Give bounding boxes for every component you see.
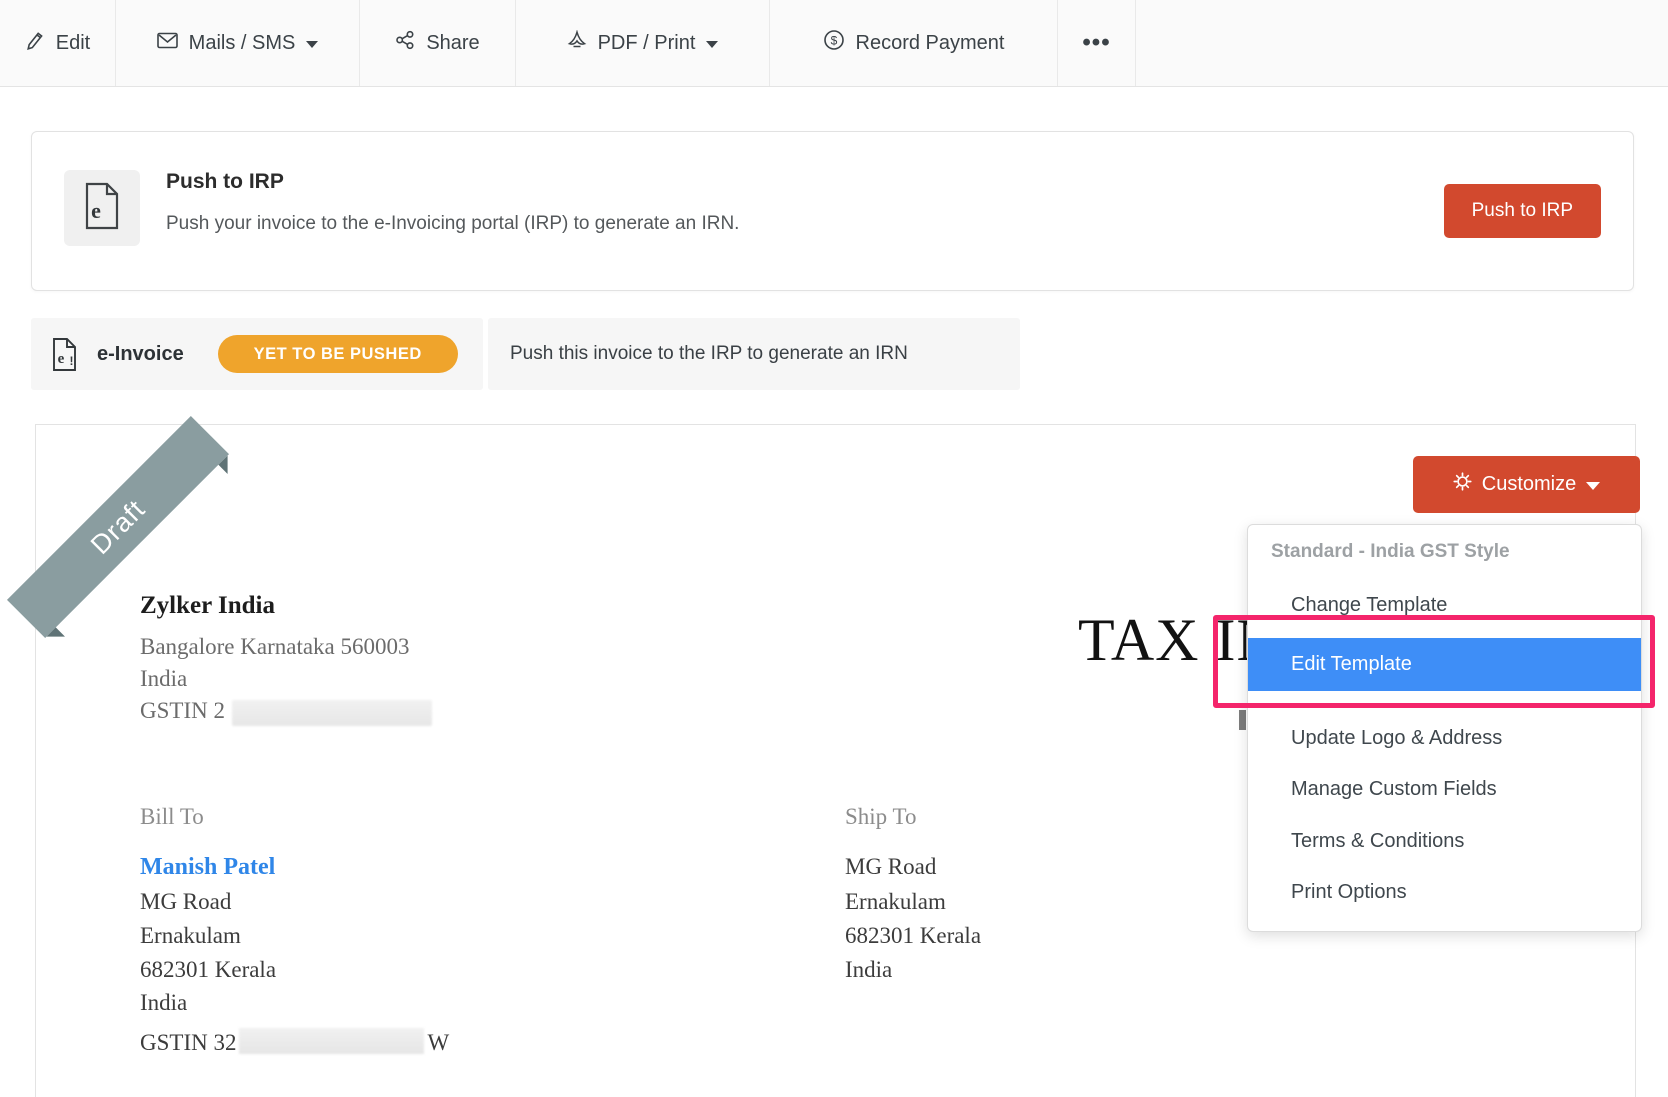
e-document-icon: e — [83, 182, 121, 235]
pdf-print-button[interactable]: PDF / Print — [516, 0, 770, 86]
bill-to-line: MG Road — [140, 889, 231, 915]
svg-text:!: ! — [70, 354, 74, 368]
pdf-icon — [567, 30, 587, 56]
svg-text:$: $ — [830, 34, 837, 48]
more-actions-button[interactable]: ••• — [1058, 0, 1136, 86]
ship-to-line: India — [845, 957, 892, 983]
toolbar-spacer — [1136, 0, 1668, 86]
obscured-text-fragment — [1239, 710, 1246, 730]
svg-text:e: e — [58, 351, 65, 367]
ellipsis-icon: ••• — [1082, 29, 1110, 57]
record-payment-label: Record Payment — [856, 32, 1005, 55]
edit-label: Edit — [56, 32, 90, 55]
toolbar: Edit Mails / SMS Share — [0, 0, 1668, 87]
e-document-icon-tile: e — [64, 170, 140, 246]
ship-to-line: Ernakulam — [845, 889, 946, 915]
ship-to-line: 682301 Kerala — [845, 923, 981, 949]
edit-template-label: Edit Template — [1291, 653, 1412, 676]
ship-to-line: MG Road — [845, 854, 936, 880]
company-gstin: GSTIN 2 — [140, 698, 225, 724]
customize-dropdown-menu: Standard - India GST Style Change Templa… — [1247, 524, 1642, 932]
share-icon — [395, 30, 415, 56]
menu-item-update-logo-address[interactable]: Update Logo & Address — [1291, 724, 1502, 752]
bill-to-label: Bill To — [140, 804, 204, 830]
bill-to-gstin-suffix: W — [427, 1030, 449, 1055]
company-address-line1: Bangalore Karnataka 560003 — [140, 634, 410, 660]
menu-item-print-options[interactable]: Print Options — [1291, 878, 1407, 906]
share-button[interactable]: Share — [360, 0, 516, 86]
push-to-irp-button[interactable]: Push to IRP — [1444, 184, 1601, 238]
customize-button[interactable]: Customize — [1413, 456, 1640, 513]
einvoice-status-section: e ! e-Invoice YET TO BE PUSHED — [31, 318, 483, 390]
payment-icon: $ — [823, 29, 845, 57]
pencil-icon — [25, 30, 45, 56]
record-payment-button[interactable]: $ Record Payment — [770, 0, 1058, 86]
menu-divider — [1248, 705, 1641, 706]
company-name: Zylker India — [140, 592, 275, 620]
menu-item-manage-custom-fields[interactable]: Manage Custom Fields — [1291, 775, 1497, 803]
bill-to-line: 682301 Kerala — [140, 957, 276, 983]
redacted-company-gstin — [232, 700, 432, 726]
template-name-header: Standard - India GST Style — [1271, 541, 1510, 563]
push-banner-description: Push your invoice to the e-Invoicing por… — [166, 213, 739, 235]
bill-to-line: India — [140, 990, 187, 1016]
share-label: Share — [426, 32, 479, 55]
chevron-down-icon — [1586, 482, 1600, 490]
invoice-detail-page: Edit Mails / SMS Share — [0, 0, 1668, 1097]
bill-to-customer-link[interactable]: Manish Patel — [140, 854, 275, 881]
menu-item-edit-template[interactable]: Edit Template — [1248, 638, 1641, 691]
bill-to-line: Ernakulam — [140, 923, 241, 949]
einvoice-label: e-Invoice — [97, 343, 184, 366]
customize-label: Customize — [1482, 473, 1576, 496]
ship-to-label: Ship To — [845, 804, 916, 830]
redacted-bill-to-gstin — [239, 1028, 424, 1054]
menu-item-change-template[interactable]: Change Template — [1291, 591, 1447, 619]
mails-sms-button[interactable]: Mails / SMS — [116, 0, 360, 86]
pdf-print-label: PDF / Print — [598, 32, 696, 55]
bill-to-gstin-row: GSTIN 32 W — [140, 1024, 449, 1056]
company-address-line2: India — [140, 666, 187, 692]
e-invoice-document-icon: e ! — [52, 337, 79, 372]
gear-icon — [1453, 472, 1472, 497]
push-to-irp-banner: e Push to IRP Push your invoice to the e… — [31, 131, 1634, 291]
mails-sms-label: Mails / SMS — [189, 32, 296, 55]
edit-button[interactable]: Edit — [0, 0, 116, 86]
menu-item-terms-conditions[interactable]: Terms & Conditions — [1291, 827, 1464, 855]
einvoice-message-section: Push this invoice to the IRP to generate… — [488, 318, 1020, 390]
envelope-icon — [157, 32, 178, 55]
einvoice-status-badge: YET TO BE PUSHED — [218, 335, 458, 373]
einvoice-message: Push this invoice to the IRP to generate… — [510, 343, 908, 365]
svg-text:e: e — [91, 198, 101, 223]
chevron-down-icon — [706, 41, 718, 48]
bill-to-gstin-prefix: GSTIN 32 — [140, 1030, 236, 1055]
chevron-down-icon — [306, 41, 318, 48]
push-banner-title: Push to IRP — [166, 170, 284, 194]
